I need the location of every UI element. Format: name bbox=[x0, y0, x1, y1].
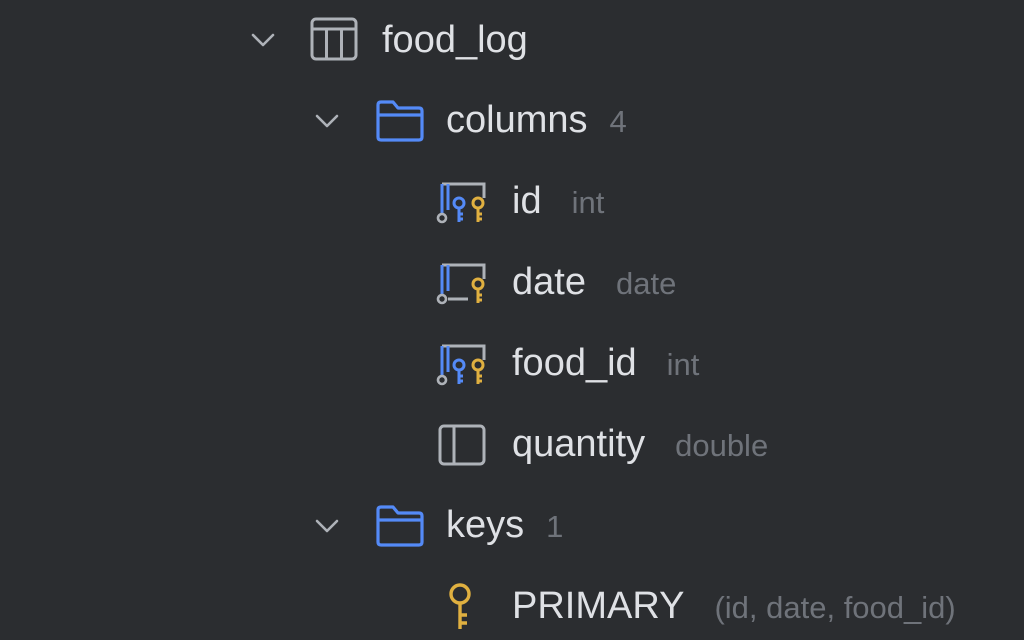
primary-foreign-key-column-icon bbox=[434, 336, 490, 392]
chevron-down-icon[interactable] bbox=[248, 25, 278, 55]
tree-node-keys-folder[interactable]: keys 1 bbox=[0, 486, 1024, 566]
folder-name: keys bbox=[446, 504, 525, 546]
tree-node-column-date[interactable]: date date bbox=[0, 243, 1024, 323]
column-name: food_id bbox=[512, 342, 637, 384]
column-label: id int bbox=[512, 161, 604, 243]
tree-node-table-food-log[interactable]: food_log bbox=[0, 0, 1024, 80]
column-label: date date bbox=[512, 242, 676, 324]
primary-foreign-key-column-icon bbox=[434, 174, 490, 230]
tree-node-column-food-id[interactable]: food_id int bbox=[0, 324, 1024, 404]
column-label: food_id int bbox=[512, 323, 699, 405]
key-label: PRIMARY (id, date, food_id) bbox=[512, 566, 956, 640]
database-tree: food_log columns 4 id int date date food… bbox=[0, 0, 1024, 640]
folder-label: columns 4 bbox=[446, 80, 627, 162]
table-name: food_log bbox=[382, 19, 528, 61]
folder-icon bbox=[372, 93, 428, 149]
tree-node-key-primary[interactable]: PRIMARY (id, date, food_id) bbox=[0, 567, 1024, 640]
column-type: int bbox=[571, 185, 605, 220]
chevron-down-icon[interactable] bbox=[312, 511, 342, 541]
chevron-down-icon[interactable] bbox=[312, 106, 342, 136]
column-name: id bbox=[512, 180, 542, 222]
column-label: quantity double bbox=[512, 404, 768, 486]
folder-label: keys 1 bbox=[446, 485, 563, 567]
key-icon bbox=[434, 579, 490, 635]
primary-key-column-icon bbox=[434, 255, 490, 311]
folder-count: 1 bbox=[546, 509, 564, 544]
folder-icon bbox=[372, 498, 428, 554]
column-icon bbox=[434, 417, 490, 473]
column-name: date bbox=[512, 261, 586, 303]
table-icon bbox=[306, 12, 362, 68]
key-columns: (id, date, food_id) bbox=[714, 590, 956, 625]
folder-count: 4 bbox=[609, 104, 627, 139]
tree-node-column-id[interactable]: id int bbox=[0, 162, 1024, 242]
key-name: PRIMARY bbox=[512, 585, 685, 627]
folder-name: columns bbox=[446, 99, 588, 141]
tree-node-column-quantity[interactable]: quantity double bbox=[0, 405, 1024, 485]
tree-node-columns-folder[interactable]: columns 4 bbox=[0, 81, 1024, 161]
column-type: double bbox=[675, 428, 769, 463]
column-type: date bbox=[615, 266, 677, 301]
column-name: quantity bbox=[512, 423, 646, 465]
column-type: int bbox=[666, 347, 700, 382]
